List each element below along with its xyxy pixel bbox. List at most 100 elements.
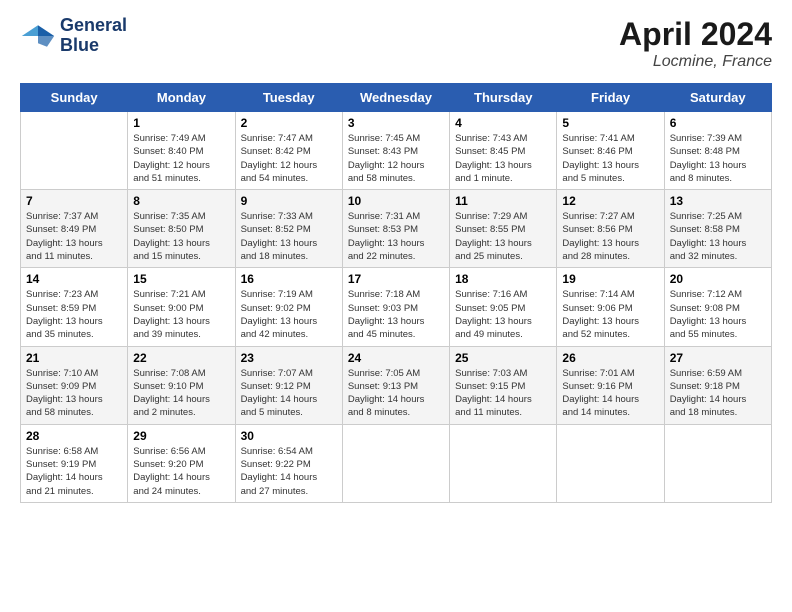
day-info: Sunrise: 7:41 AM Sunset: 8:46 PM Dayligh… <box>562 132 658 185</box>
day-cell: 12 Sunrise: 7:27 AM Sunset: 8:56 PM Dayli… <box>557 190 664 268</box>
weekday-header-sunday: Sunday <box>21 84 128 112</box>
day-info: Sunrise: 7:29 AM Sunset: 8:55 PM Dayligh… <box>455 210 551 263</box>
day-info: Sunrise: 7:07 AM Sunset: 9:12 PM Dayligh… <box>241 367 337 420</box>
day-cell: 28 Sunrise: 6:58 AM Sunset: 9:19 PM Dayli… <box>21 424 128 502</box>
calendar-location: Locmine, France <box>619 53 772 71</box>
weekday-header-row: SundayMondayTuesdayWednesdayThursdayFrid… <box>21 84 772 112</box>
day-info: Sunrise: 7:35 AM Sunset: 8:50 PM Dayligh… <box>133 210 229 263</box>
day-number: 30 <box>241 429 337 443</box>
page: General Blue April 2024 Locmine, France … <box>0 0 792 612</box>
week-row-1: 1 Sunrise: 7:49 AM Sunset: 8:40 PM Daylig… <box>21 112 772 190</box>
day-number: 9 <box>241 194 337 208</box>
day-cell <box>342 424 449 502</box>
day-cell: 10Sunrise: 7:31 AM Sunset: 8:53 PM Dayli… <box>342 190 449 268</box>
weekday-header-saturday: Saturday <box>664 84 771 112</box>
title-block: April 2024 Locmine, France <box>619 16 772 71</box>
day-cell: 22 Sunrise: 7:08 AM Sunset: 9:10 PM Dayli… <box>128 346 235 424</box>
day-cell: 14Sunrise: 7:23 AM Sunset: 8:59 PM Dayli… <box>21 268 128 346</box>
day-info: Sunrise: 7:25 AM Sunset: 8:58 PM Dayligh… <box>670 210 766 263</box>
day-number: 12 <box>562 194 658 208</box>
day-cell: 17 Sunrise: 7:18 AM Sunset: 9:03 PM Dayli… <box>342 268 449 346</box>
day-cell: 25 Sunrise: 7:03 AM Sunset: 9:15 PM Dayli… <box>450 346 557 424</box>
day-number: 13 <box>670 194 766 208</box>
header: General Blue April 2024 Locmine, France <box>20 16 772 71</box>
day-cell: 6 Sunrise: 7:39 AM Sunset: 8:48 PM Daylig… <box>664 112 771 190</box>
day-cell: 13 Sunrise: 7:25 AM Sunset: 8:58 PM Dayli… <box>664 190 771 268</box>
calendar-title: April 2024 <box>619 16 772 53</box>
day-cell: 8Sunrise: 7:35 AM Sunset: 8:50 PM Daylig… <box>128 190 235 268</box>
day-cell: 21 Sunrise: 7:10 AM Sunset: 9:09 PM Dayli… <box>21 346 128 424</box>
logo-line1: General <box>60 16 127 36</box>
logo-text: General Blue <box>60 16 127 56</box>
day-cell: 19 Sunrise: 7:14 AM Sunset: 9:06 PM Dayli… <box>557 268 664 346</box>
day-number: 3 <box>348 116 444 130</box>
day-number: 4 <box>455 116 551 130</box>
day-cell <box>450 424 557 502</box>
day-cell: 16 Sunrise: 7:19 AM Sunset: 9:02 PM Dayli… <box>235 268 342 346</box>
day-number: 22 <box>133 351 229 365</box>
calendar-table: SundayMondayTuesdayWednesdayThursdayFrid… <box>20 83 772 503</box>
day-number: 24 <box>348 351 444 365</box>
day-info: Sunrise: 7:49 AM Sunset: 8:40 PM Dayligh… <box>133 132 229 185</box>
day-number: 27 <box>670 351 766 365</box>
day-number: 26 <box>562 351 658 365</box>
week-row-3: 14Sunrise: 7:23 AM Sunset: 8:59 PM Dayli… <box>21 268 772 346</box>
day-number: 19 <box>562 272 658 286</box>
day-cell <box>557 424 664 502</box>
day-info: Sunrise: 7:01 AM Sunset: 9:16 PM Dayligh… <box>562 367 658 420</box>
day-number: 17 <box>348 272 444 286</box>
day-info: Sunrise: 7:16 AM Sunset: 9:05 PM Dayligh… <box>455 288 551 341</box>
day-cell: 2Sunrise: 7:47 AM Sunset: 8:42 PM Daylig… <box>235 112 342 190</box>
day-info: Sunrise: 7:21 AM Sunset: 9:00 PM Dayligh… <box>133 288 229 341</box>
day-number: 2 <box>241 116 337 130</box>
week-row-4: 21 Sunrise: 7:10 AM Sunset: 9:09 PM Dayli… <box>21 346 772 424</box>
day-info: Sunrise: 7:23 AM Sunset: 8:59 PM Dayligh… <box>26 288 122 341</box>
day-info: Sunrise: 7:18 AM Sunset: 9:03 PM Dayligh… <box>348 288 444 341</box>
day-number: 5 <box>562 116 658 130</box>
day-number: 1 <box>133 116 229 130</box>
day-number: 11 <box>455 194 551 208</box>
day-number: 7 <box>26 194 122 208</box>
day-number: 20 <box>670 272 766 286</box>
day-info: Sunrise: 7:05 AM Sunset: 9:13 PM Dayligh… <box>348 367 444 420</box>
day-info: Sunrise: 7:39 AM Sunset: 8:48 PM Dayligh… <box>670 132 766 185</box>
day-number: 25 <box>455 351 551 365</box>
day-info: Sunrise: 6:54 AM Sunset: 9:22 PM Dayligh… <box>241 445 337 498</box>
day-number: 29 <box>133 429 229 443</box>
day-number: 21 <box>26 351 122 365</box>
day-cell: 29 Sunrise: 6:56 AM Sunset: 9:20 PM Dayli… <box>128 424 235 502</box>
week-row-5: 28 Sunrise: 6:58 AM Sunset: 9:19 PM Dayli… <box>21 424 772 502</box>
weekday-header-thursday: Thursday <box>450 84 557 112</box>
logo-line2: Blue <box>60 36 127 56</box>
day-info: Sunrise: 7:03 AM Sunset: 9:15 PM Dayligh… <box>455 367 551 420</box>
day-info: Sunrise: 7:27 AM Sunset: 8:56 PM Dayligh… <box>562 210 658 263</box>
day-cell: 5 Sunrise: 7:41 AM Sunset: 8:46 PM Daylig… <box>557 112 664 190</box>
weekday-header-friday: Friday <box>557 84 664 112</box>
day-cell: 3Sunrise: 7:45 AM Sunset: 8:43 PM Daylig… <box>342 112 449 190</box>
day-info: Sunrise: 7:37 AM Sunset: 8:49 PM Dayligh… <box>26 210 122 263</box>
day-info: Sunrise: 7:31 AM Sunset: 8:53 PM Dayligh… <box>348 210 444 263</box>
day-number: 6 <box>670 116 766 130</box>
day-cell: 15 Sunrise: 7:21 AM Sunset: 9:00 PM Dayli… <box>128 268 235 346</box>
day-info: Sunrise: 6:59 AM Sunset: 9:18 PM Dayligh… <box>670 367 766 420</box>
day-info: Sunrise: 6:56 AM Sunset: 9:20 PM Dayligh… <box>133 445 229 498</box>
day-cell: 27 Sunrise: 6:59 AM Sunset: 9:18 PM Dayli… <box>664 346 771 424</box>
day-cell <box>21 112 128 190</box>
day-cell: 9Sunrise: 7:33 AM Sunset: 8:52 PM Daylig… <box>235 190 342 268</box>
day-info: Sunrise: 7:10 AM Sunset: 9:09 PM Dayligh… <box>26 367 122 420</box>
day-number: 18 <box>455 272 551 286</box>
day-cell: 20Sunrise: 7:12 AM Sunset: 9:08 PM Dayli… <box>664 268 771 346</box>
week-row-2: 7 Sunrise: 7:37 AM Sunset: 8:49 PM Daylig… <box>21 190 772 268</box>
weekday-header-tuesday: Tuesday <box>235 84 342 112</box>
day-number: 28 <box>26 429 122 443</box>
day-number: 15 <box>133 272 229 286</box>
logo-icon <box>20 18 56 54</box>
day-cell: 24 Sunrise: 7:05 AM Sunset: 9:13 PM Dayli… <box>342 346 449 424</box>
day-info: Sunrise: 7:14 AM Sunset: 9:06 PM Dayligh… <box>562 288 658 341</box>
day-info: Sunrise: 7:19 AM Sunset: 9:02 PM Dayligh… <box>241 288 337 341</box>
logo: General Blue <box>20 16 127 56</box>
day-info: Sunrise: 6:58 AM Sunset: 9:19 PM Dayligh… <box>26 445 122 498</box>
day-number: 16 <box>241 272 337 286</box>
day-cell: 1 Sunrise: 7:49 AM Sunset: 8:40 PM Daylig… <box>128 112 235 190</box>
day-info: Sunrise: 7:08 AM Sunset: 9:10 PM Dayligh… <box>133 367 229 420</box>
